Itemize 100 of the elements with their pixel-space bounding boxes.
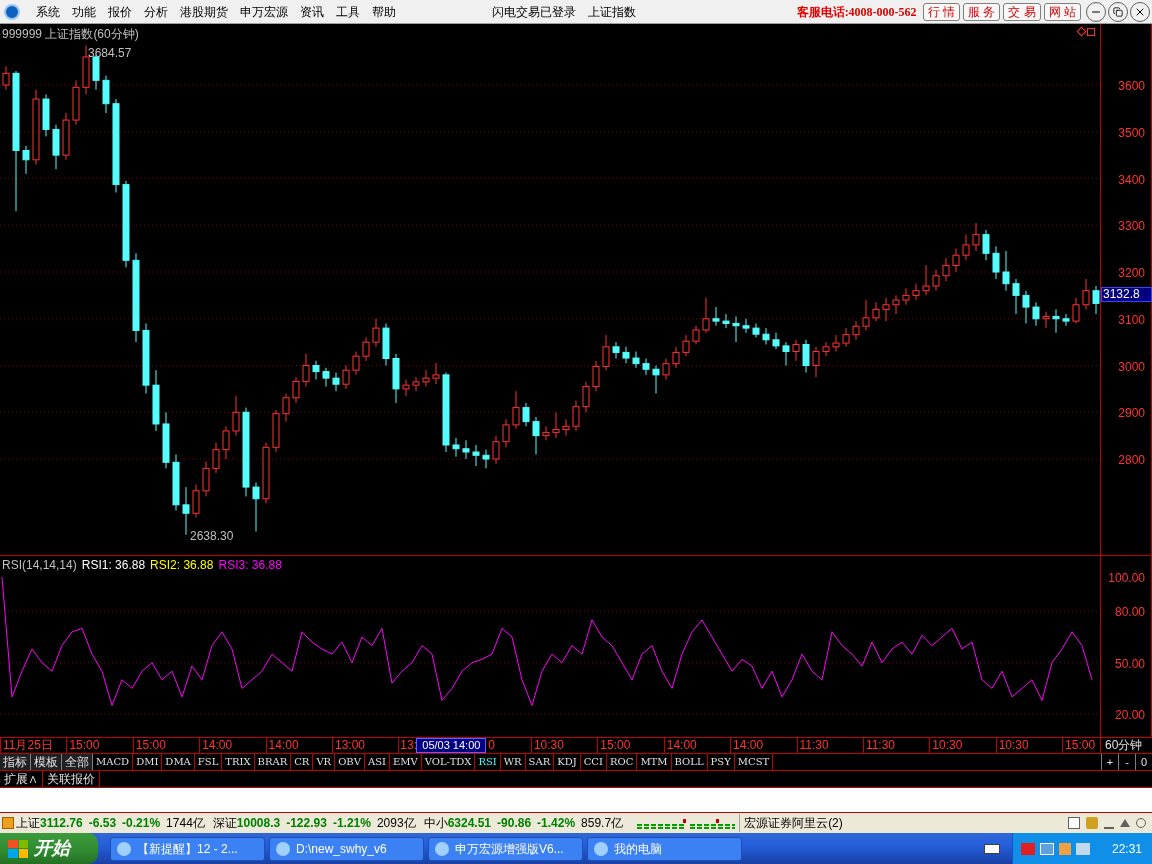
chart-options-icon[interactable]	[1078, 28, 1096, 38]
candle	[22, 145, 30, 175]
group-tab[interactable]: 模板	[31, 754, 62, 770]
candle	[42, 93, 50, 137]
candle	[232, 395, 240, 437]
quick-button[interactable]: 服 务	[962, 2, 1001, 21]
candle	[272, 409, 280, 453]
indicator-tab[interactable]: DMA	[162, 754, 195, 770]
candle	[912, 283, 920, 301]
indicator-tab[interactable]: BOLL	[671, 754, 708, 770]
start-button[interactable]: 开始	[0, 833, 98, 864]
quick-button[interactable]: 网 站	[1043, 2, 1081, 21]
candle	[382, 322, 390, 366]
candle	[62, 112, 70, 161]
time-label: 14:00	[666, 738, 697, 752]
indicator-tab[interactable]: PSY	[707, 754, 735, 770]
candle	[572, 400, 580, 432]
candle	[1062, 313, 1070, 327]
menu-item[interactable]: 系统	[30, 3, 66, 20]
group-tab[interactable]: 全部	[62, 754, 93, 770]
indicator-tab[interactable]: DMI	[133, 754, 163, 770]
indicator-tab[interactable]: RSI	[475, 754, 501, 770]
candle	[962, 234, 970, 261]
indicator-tab[interactable]: WR	[500, 754, 526, 770]
candle	[632, 351, 640, 369]
candle	[402, 379, 410, 397]
period-label[interactable]: 60分钟	[1100, 738, 1152, 753]
menu-item[interactable]: 分析	[138, 3, 174, 20]
candle	[172, 453, 180, 511]
candle	[352, 351, 360, 376]
menu-item[interactable]: 工具	[330, 3, 366, 20]
candle	[392, 353, 400, 404]
candle	[702, 297, 710, 334]
index-change: -122.93	[286, 815, 327, 832]
candle	[902, 287, 910, 306]
taskbar-button[interactable]: 申万宏源增强版V6...	[428, 836, 583, 861]
indicator-tab[interactable]: TRIX	[222, 754, 255, 770]
quick-button[interactable]: 交 易	[1003, 2, 1041, 21]
candle	[192, 484, 200, 518]
indicator-tab[interactable]: MACD	[93, 754, 134, 770]
candle	[502, 418, 510, 448]
candle	[792, 339, 800, 362]
indicator-tab[interactable]: VR	[313, 754, 336, 770]
menu-item[interactable]: 港股期货	[174, 3, 234, 20]
axis-label: 3300	[1118, 218, 1145, 236]
candle	[922, 264, 930, 296]
indicator-tab[interactable]: OBV	[335, 754, 365, 770]
indicator-tab[interactable]: SAR	[525, 754, 555, 770]
index-value: 6324.51	[447, 815, 492, 832]
menu-item[interactable]: 帮助	[366, 3, 402, 20]
indicator-tab[interactable]: ASI	[364, 754, 390, 770]
indicator-tab[interactable]: ROC	[607, 754, 638, 770]
group-tab[interactable]: 指标	[0, 754, 31, 770]
market-breadth-icon	[635, 816, 736, 830]
candle	[932, 269, 940, 292]
indicator-tab[interactable]: EMV	[389, 754, 422, 770]
indicator-tab[interactable]: CR	[291, 754, 314, 770]
indicator-tab[interactable]: MTM	[637, 754, 672, 770]
keyboard-icon[interactable]	[984, 843, 1000, 854]
zoom-button[interactable]: 0	[1135, 754, 1152, 770]
minimize-button[interactable]	[1086, 1, 1106, 22]
menu-item[interactable]: 资讯	[294, 3, 330, 20]
quick-button[interactable]: 行 情	[922, 2, 960, 21]
time-label: 15:00	[1065, 738, 1096, 752]
index-value: 3112.76	[40, 815, 83, 832]
windows-logo-icon	[8, 839, 28, 858]
indicator-tab[interactable]: BRAR	[254, 754, 292, 770]
restore-button[interactable]	[1108, 1, 1128, 22]
menu-item[interactable]: 功能	[66, 3, 102, 20]
taskbar-button[interactable]: 【新提醒】12 - 2...	[110, 836, 265, 861]
candle	[282, 393, 290, 423]
indicator-tab[interactable]: MCST	[734, 754, 774, 770]
candle	[562, 418, 570, 437]
indicator-tab[interactable]: KDJ	[554, 754, 581, 770]
candle	[342, 365, 350, 390]
time-label: 15:00	[69, 738, 100, 752]
candle	[552, 411, 560, 439]
taskbar-button[interactable]: D:\new_swhy_v6	[269, 836, 424, 861]
time-label: 0	[488, 738, 496, 752]
candle	[622, 346, 630, 364]
axis-label: 100.00	[1108, 570, 1145, 588]
indicator-tab[interactable]: FSL	[194, 754, 223, 770]
candle	[952, 248, 960, 273]
zoom-button[interactable]: +	[1101, 754, 1118, 770]
index-amount: 1744亿	[166, 815, 205, 832]
taskbar-button[interactable]: 我的电脑	[587, 836, 742, 861]
close-button[interactable]	[1130, 1, 1150, 22]
candle	[762, 327, 770, 345]
candle	[862, 299, 870, 331]
menu-item[interactable]: 申万宏源	[234, 3, 294, 20]
candle	[152, 369, 160, 432]
index-name: 深证	[212, 815, 237, 832]
menu-item[interactable]: 报价	[102, 3, 138, 20]
candle	[162, 411, 170, 469]
box-icon	[2, 817, 14, 829]
zoom-button[interactable]: -	[1118, 754, 1135, 770]
indicator-tab[interactable]: CCI	[580, 754, 607, 770]
candle	[292, 376, 300, 404]
indicator-tab[interactable]: VOL-TDX	[421, 754, 476, 770]
candle	[712, 306, 720, 327]
